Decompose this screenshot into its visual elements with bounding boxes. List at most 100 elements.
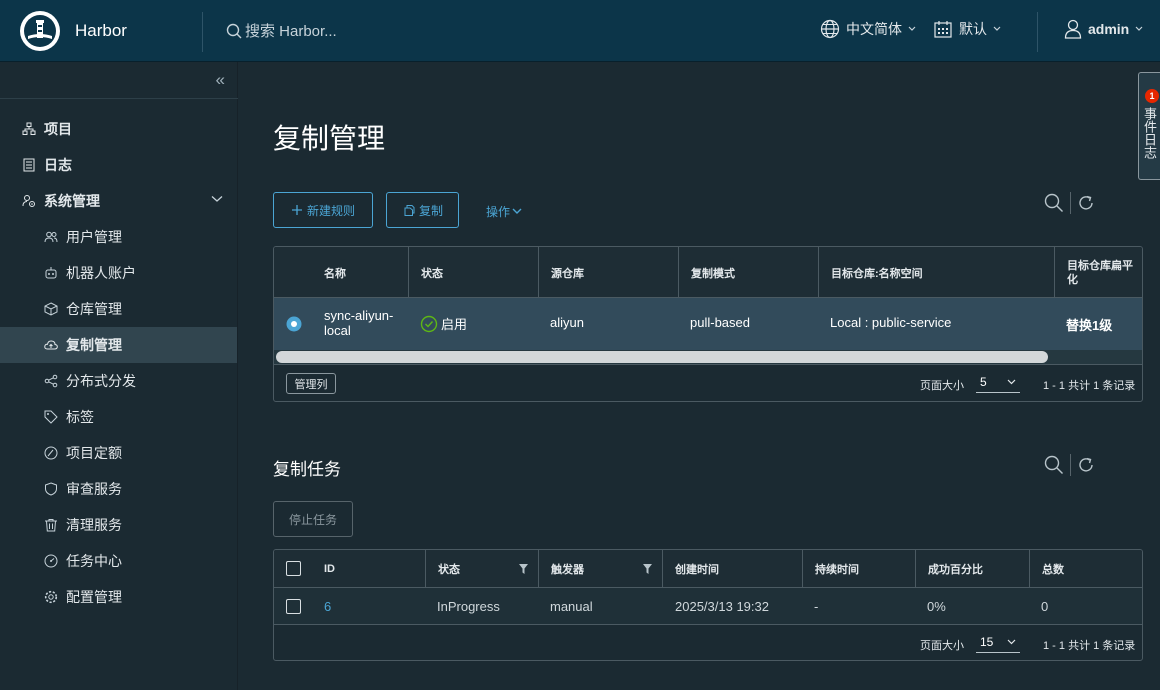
- page-size-label: 页面大小: [920, 640, 964, 652]
- sidebar-item-robot-accounts[interactable]: 机器人账户: [0, 255, 237, 291]
- rule-mode: pull-based: [690, 315, 750, 330]
- sidebar-item-job-service[interactable]: 任务中心: [0, 543, 237, 579]
- harbor-logo[interactable]: [20, 10, 60, 51]
- user-icon: [1064, 19, 1082, 39]
- stop-jobs-button[interactable]: 停止任务: [273, 501, 353, 537]
- column-label: 目标仓库:名称空间: [831, 267, 923, 280]
- search-icon[interactable]: [1044, 193, 1064, 213]
- new-rule-label: 新建规则: [306, 203, 355, 218]
- user-menu[interactable]: admin: [1064, 19, 1149, 39]
- column-header-total[interactable]: 总数: [1029, 550, 1142, 587]
- search-icon[interactable]: [1044, 455, 1064, 475]
- column-header-mode[interactable]: 复制模式: [678, 247, 818, 298]
- sidebar-item-configuration[interactable]: 配置管理: [0, 579, 237, 615]
- column-header-source[interactable]: 源仓库: [538, 247, 678, 298]
- column-header-destination[interactable]: 目标仓库:名称空间: [818, 247, 1054, 298]
- sidebar-item-replications[interactable]: 复制管理: [0, 327, 237, 363]
- rule-name[interactable]: sync-aliyun-local: [324, 308, 408, 338]
- sidebar-item-projects[interactable]: 项目: [0, 111, 237, 147]
- global-search[interactable]: 搜索 Harbor...: [226, 20, 337, 41]
- rules-table-footer: 管理列 页面大小 5 1 - 1 共计 1 条记录: [274, 364, 1142, 401]
- sidebar-item-distributions[interactable]: 分布式分发: [0, 363, 237, 399]
- column-label: 总数: [1042, 563, 1064, 576]
- table-row[interactable]: sync-aliyun-local 启用 aliyun pull-based L…: [274, 298, 1142, 350]
- column-header-trigger[interactable]: 触发器: [538, 550, 662, 587]
- plus-icon: [291, 205, 302, 215]
- row-checkbox[interactable]: [286, 599, 301, 614]
- date-format-selector[interactable]: 默认: [933, 19, 1007, 39]
- page-size-select[interactable]: 15: [976, 635, 1020, 653]
- column-label: 持续时间: [815, 563, 859, 576]
- page-size-value: 5: [980, 375, 987, 389]
- page-size-select[interactable]: 5: [976, 375, 1020, 393]
- shield-icon: [44, 482, 58, 496]
- task-trigger: manual: [550, 599, 593, 614]
- select-all-checkbox[interactable]: [286, 561, 301, 576]
- rules-table-header: 名称 状态 源仓库 复制模式 目标仓库:名称空间 目标仓库扁平化: [274, 247, 1142, 298]
- search-icon: [226, 23, 242, 38]
- sidebar-item-interrogation-services[interactable]: 审查服务: [0, 471, 237, 507]
- task-status: InProgress: [437, 599, 500, 614]
- collapse-sidebar-icon[interactable]: «: [216, 70, 225, 90]
- sidebar-item-label: 任务中心: [66, 553, 122, 569]
- main-content: 复制管理 新建规则 复制 操作 名称 状态 源仓库 复制模式 目标仓库:名称空间…: [238, 62, 1160, 690]
- event-log-label: 事件日志: [1142, 107, 1157, 159]
- refresh-icon[interactable]: [1077, 194, 1095, 212]
- event-count-badge: 1: [1145, 89, 1159, 103]
- gear-icon: [44, 590, 58, 604]
- cloud-icon: [44, 338, 58, 352]
- filter-icon[interactable]: [643, 564, 652, 574]
- refresh-icon[interactable]: [1077, 456, 1095, 474]
- sidebar-item-label: 日志: [44, 157, 72, 173]
- toolbar-divider: [1070, 454, 1071, 476]
- header-divider: [202, 12, 203, 52]
- column-header-flatten[interactable]: 目标仓库扁平化: [1054, 247, 1142, 298]
- sidebar-divider: [0, 98, 238, 99]
- column-header-status[interactable]: 状态: [408, 247, 538, 298]
- column-header-created[interactable]: 创建时间: [662, 550, 802, 587]
- search-placeholder[interactable]: 搜索 Harbor...: [245, 20, 337, 41]
- horizontal-scrollbar[interactable]: [274, 350, 1142, 364]
- sidebar-item-users[interactable]: 用户管理: [0, 219, 237, 255]
- rule-status: 启用: [420, 314, 467, 333]
- scrollbar-thumb[interactable]: [276, 351, 1048, 363]
- projects-icon: [22, 122, 36, 136]
- sidebar-item-clean-up[interactable]: 清理服务: [0, 507, 237, 543]
- column-header-id[interactable]: ID: [312, 550, 425, 587]
- manage-columns-button[interactable]: 管理列: [286, 373, 336, 394]
- language-label: 中文简体: [846, 21, 902, 37]
- share-icon: [44, 374, 58, 388]
- copy-button[interactable]: 复制: [386, 192, 459, 228]
- column-header-status[interactable]: 状态: [425, 550, 538, 587]
- chevron-down-icon: [1007, 639, 1016, 645]
- sidebar-item-project-quotas[interactable]: 项目定额: [0, 435, 237, 471]
- tasks-table-header: ID 状态 触发器 创建时间 持续时间 成功百分比 总数: [274, 550, 1142, 587]
- new-rule-button[interactable]: 新建规则: [273, 192, 373, 228]
- tasks-section-title: 复制任务: [273, 460, 341, 479]
- actions-dropdown[interactable]: 操作: [486, 203, 522, 220]
- tasks-table-footer: 页面大小 15 1 - 1 共计 1 条记录: [274, 624, 1142, 660]
- sidebar-item-label: 配置管理: [66, 589, 122, 605]
- sidebar-item-labels[interactable]: 标签: [0, 399, 237, 435]
- task-id-link[interactable]: 6: [324, 588, 331, 625]
- column-header-percent[interactable]: 成功百分比: [915, 550, 1029, 587]
- robot-icon: [44, 266, 58, 280]
- sidebar-item-logs[interactable]: 日志: [0, 147, 237, 183]
- sidebar-item-registries[interactable]: 仓库管理: [0, 291, 237, 327]
- rules-toolbar: [1044, 192, 1095, 214]
- cube-icon: [44, 302, 58, 316]
- column-header-name[interactable]: 名称: [312, 247, 408, 298]
- app-title[interactable]: Harbor: [75, 21, 127, 41]
- event-log-tab[interactable]: 1 事件日志: [1138, 72, 1160, 180]
- chevron-down-icon[interactable]: [211, 195, 223, 203]
- table-row[interactable]: 6 InProgress manual 2025/3/13 19:32 - 0%…: [274, 587, 1142, 624]
- filter-icon[interactable]: [519, 564, 528, 574]
- language-selector[interactable]: 中文简体: [820, 19, 922, 39]
- sidebar-item-administration[interactable]: 系统管理: [0, 183, 237, 219]
- sidebar-item-label: 仓库管理: [66, 301, 122, 317]
- sidebar-item-label: 复制管理: [66, 337, 122, 353]
- header-divider: [1037, 12, 1038, 52]
- column-header-duration[interactable]: 持续时间: [802, 550, 915, 587]
- row-radio[interactable]: [286, 316, 302, 332]
- column-label: 状态: [421, 267, 443, 280]
